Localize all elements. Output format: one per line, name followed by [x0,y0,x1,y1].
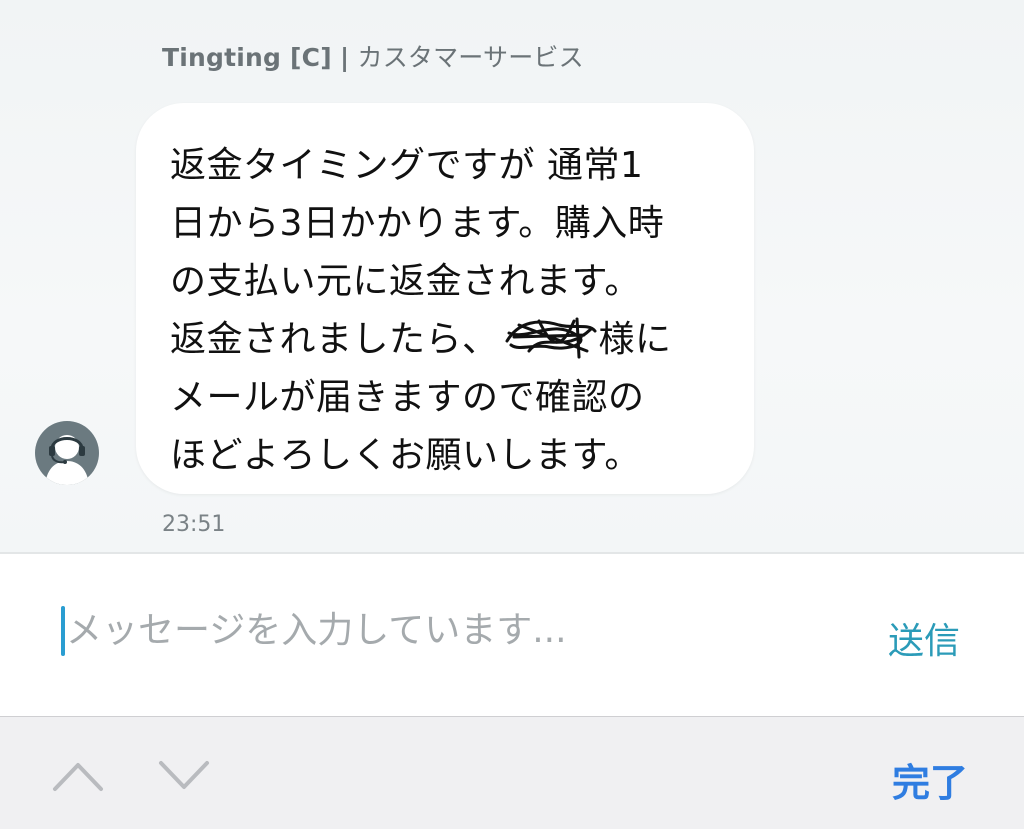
keyboard-toolbar [0,716,1024,829]
sender-role: カスタマーサービス [357,43,584,72]
send-button[interactable]: 送信 [888,612,960,664]
sender-header: Tingting [C] | カスタマーサービス [162,38,584,74]
redacted-scribble [499,317,599,359]
message-text: 返金されましたら、 [170,319,499,360]
message-line: ほどよろしくお願いします。 [170,435,641,476]
message-line: 返金されましたら、 様に [170,311,734,369]
chat-area: Tingting [C] | カスタマーサービス 返金タイミングですが 通常1 … [0,0,1024,552]
text-caret [61,606,65,656]
message-line: 日から3日かかります。購入時 [170,203,665,244]
done-button[interactable]: 完了 [892,752,968,807]
sender-separator: | [340,43,350,72]
message-text: 様に [598,319,672,360]
message-input[interactable] [66,600,826,660]
chevron-down-icon[interactable] [158,760,210,792]
chevron-up-icon[interactable] [52,760,104,792]
sender-name: Tingting [C] [162,43,332,72]
headset-agent-icon [35,421,99,485]
message-line: の支払い元に返金されます。 [170,261,641,302]
message-timestamp: 23:51 [162,512,226,537]
message-bubble: 返金タイミングですが 通常1 日から3日かかります。購入時 の支払い元に返金され… [136,103,754,494]
message-line: 返金タイミングですが 通常1 [170,145,644,186]
message-line: メールが届きますので確認の [170,377,645,418]
